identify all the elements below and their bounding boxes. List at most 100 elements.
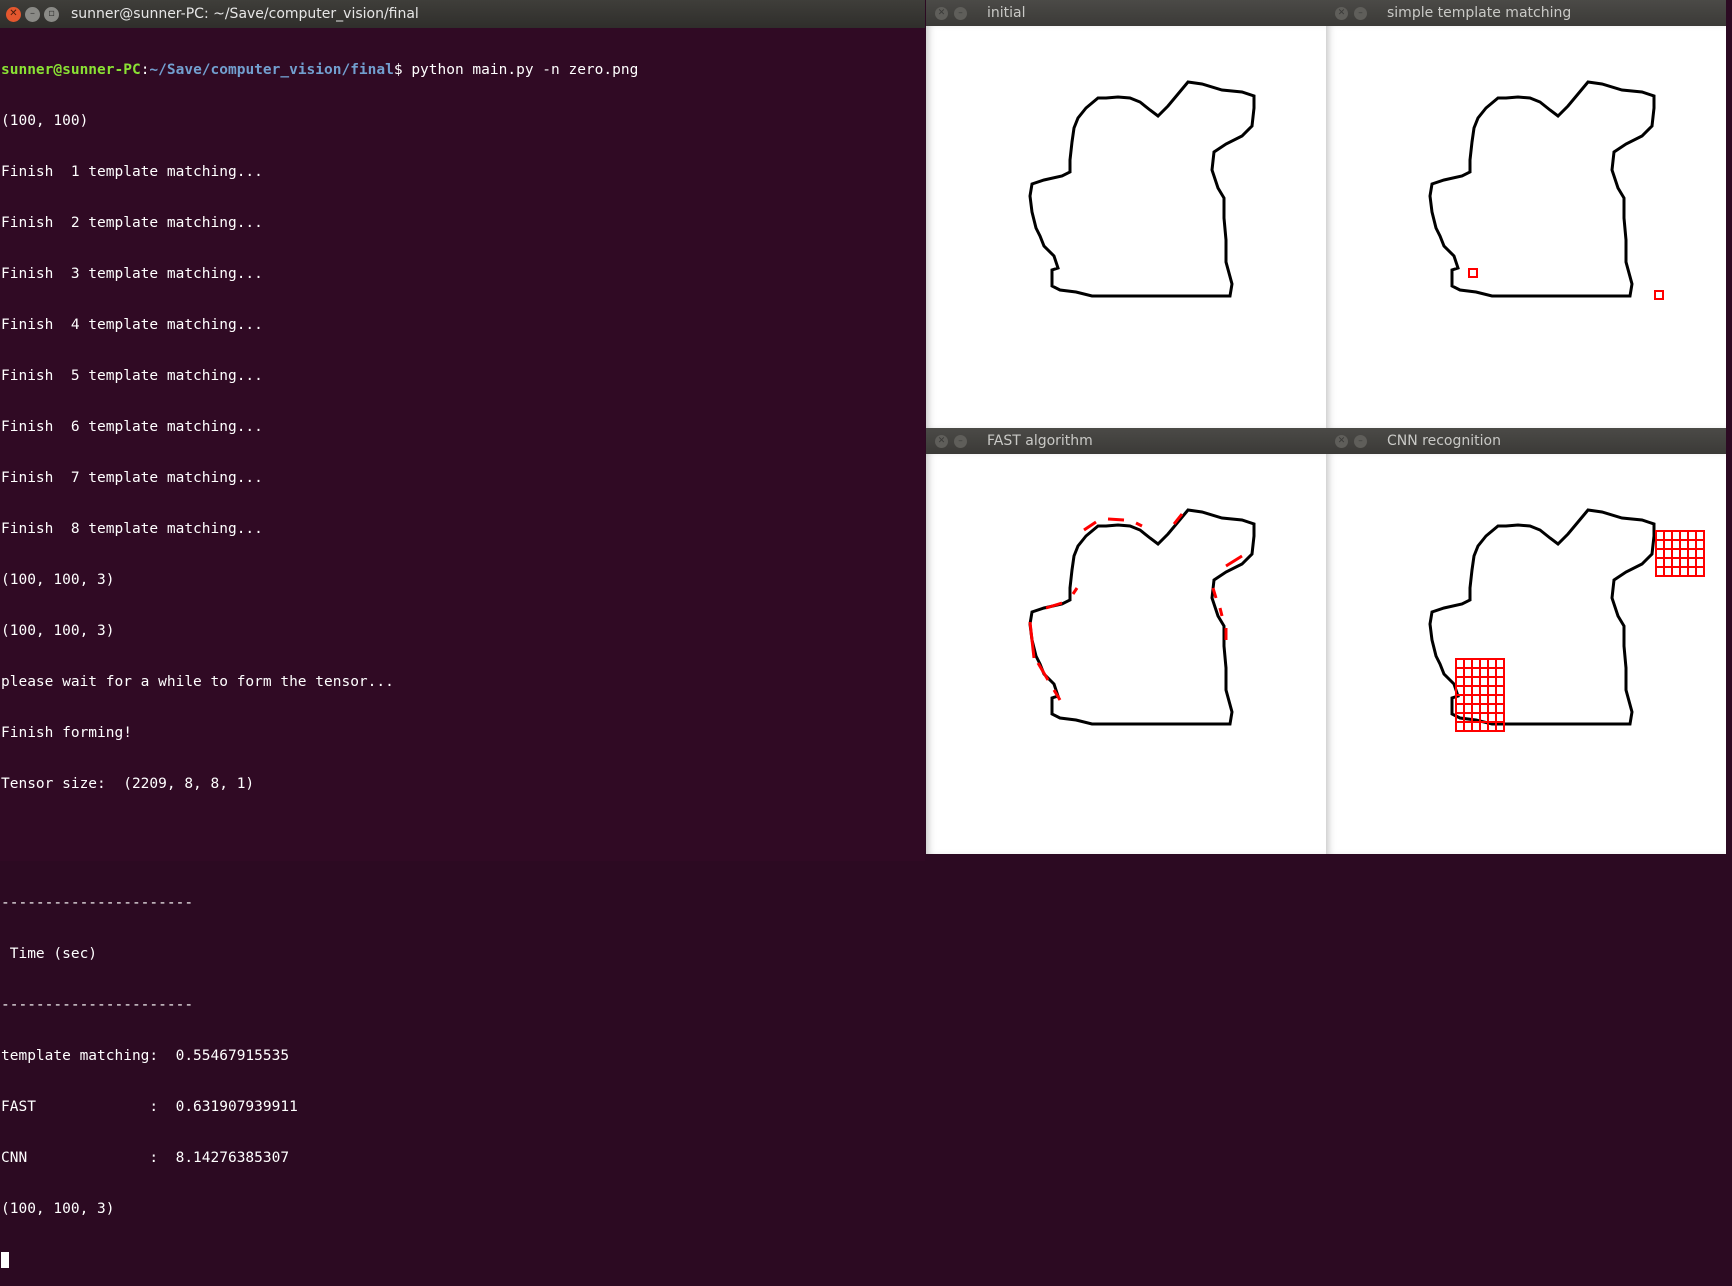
output-line: Finish 7 template matching... — [1, 470, 263, 486]
cnn-grid-cell — [1663, 548, 1673, 559]
cnn-grid-cell — [1663, 566, 1673, 577]
cnn-grid-cell — [1471, 694, 1481, 705]
prompt-symbol: $ — [393, 62, 412, 78]
terminal-output[interactable]: sunner@sunner-PC:~/Save/computer_vision/… — [0, 28, 925, 1268]
fast-keypoint — [1218, 607, 1224, 617]
minimize-icon[interactable]: – — [954, 6, 967, 20]
cnn-grid-cell — [1671, 566, 1681, 577]
cnn-grid-cell — [1687, 539, 1697, 550]
output-line: Tensor size: (2209, 8, 8, 1) — [1, 776, 255, 792]
window-initial-titlebar[interactable]: ✕ – initial — [926, 0, 1326, 26]
output-line: ---------------------- — [1, 997, 194, 1013]
cnn-grid-cell — [1471, 721, 1481, 732]
command-text: python main.py -n zero.png — [411, 62, 639, 78]
minimize-icon[interactable]: – — [1354, 6, 1367, 20]
window-template-titlebar[interactable]: ✕ – simple template matching — [1326, 0, 1726, 26]
cnn-grid-cell — [1495, 667, 1505, 678]
cnn-detection-grid — [1455, 658, 1505, 732]
match-marker — [1468, 268, 1478, 278]
cnn-grid-cell — [1479, 667, 1489, 678]
cnn-grid-cell — [1463, 721, 1473, 732]
window-fast-image — [926, 454, 1326, 854]
cnn-grid-cell — [1671, 539, 1681, 550]
cnn-grid-cell — [1695, 557, 1705, 568]
shape-image — [1428, 508, 1705, 732]
window-fast[interactable]: ✕ – FAST algorithm — [926, 428, 1326, 854]
output-line: Finish 4 template matching... — [1, 317, 263, 333]
contour-shape — [1028, 508, 1256, 726]
cnn-grid-cell — [1655, 539, 1665, 550]
cnn-grid-cell — [1479, 703, 1489, 714]
cnn-grid-cell — [1463, 667, 1473, 678]
cursor-line — [1, 1252, 925, 1269]
output-line: FAST : 0.631907939911 — [1, 1099, 298, 1115]
window-template-matching[interactable]: ✕ – simple template matching — [1326, 0, 1726, 428]
minimize-icon[interactable]: – — [1354, 434, 1367, 448]
output-line: ---------------------- — [1, 895, 194, 911]
cnn-grid-cell — [1495, 676, 1505, 687]
output-line: Finish forming! — [1, 725, 132, 741]
match-marker — [1654, 290, 1664, 300]
minimize-icon[interactable]: – — [25, 6, 40, 22]
close-icon[interactable]: ✕ — [1335, 6, 1348, 20]
shape-image — [1028, 80, 1256, 298]
cnn-grid-cell — [1479, 676, 1489, 687]
cnn-grid-cell — [1463, 658, 1473, 669]
cnn-grid-cell — [1687, 548, 1697, 559]
maximize-icon[interactable]: ▫ — [44, 6, 59, 22]
output-line: Finish 8 template matching... — [1, 521, 263, 537]
cnn-grid-cell — [1471, 685, 1481, 696]
window-cnn-title: CNN recognition — [1387, 433, 1501, 449]
minimize-icon[interactable]: – — [954, 434, 967, 448]
cnn-grid-cell — [1487, 694, 1497, 705]
cnn-grid-cell — [1471, 676, 1481, 687]
fast-keypoint — [1071, 587, 1079, 595]
fast-keypoint — [1135, 521, 1143, 528]
output-line: (100, 100, 3) — [1, 572, 115, 588]
cnn-grid-cell — [1679, 530, 1689, 541]
cnn-grid-cell — [1479, 685, 1489, 696]
cnn-grid-cell — [1695, 539, 1705, 550]
text-cursor — [1, 1252, 9, 1268]
window-fast-titlebar[interactable]: ✕ – FAST algorithm — [926, 428, 1326, 454]
window-cnn-titlebar[interactable]: ✕ – CNN recognition — [1326, 428, 1726, 454]
cnn-grid-cell — [1479, 694, 1489, 705]
output-line: Finish 5 template matching... — [1, 368, 263, 384]
window-initial[interactable]: ✕ – initial — [926, 0, 1326, 428]
output-line: (100, 100, 3) — [1, 1201, 115, 1217]
cnn-grid-cell — [1487, 676, 1497, 687]
window-fast-title: FAST algorithm — [987, 433, 1093, 449]
cnn-detection-grid — [1655, 530, 1705, 577]
terminal-titlebar[interactable]: ✕ – ▫ sunner@sunner-PC: ~/Save/computer_… — [0, 0, 925, 28]
cnn-grid-cell — [1663, 539, 1673, 550]
prompt-path: ~/Save/computer_vision/final — [149, 62, 394, 78]
output-line: (100, 100, 3) — [1, 623, 115, 639]
contour-shape — [1428, 80, 1656, 298]
output-line: Finish 1 template matching... — [1, 164, 263, 180]
close-icon[interactable]: ✕ — [1335, 434, 1348, 448]
window-initial-title: initial — [987, 5, 1026, 21]
cnn-grid-cell — [1687, 530, 1697, 541]
close-icon[interactable]: ✕ — [935, 434, 948, 448]
prompt-line: sunner@sunner-PC:~/Save/computer_vision/… — [1, 62, 925, 79]
output-line: CNN : 8.14276385307 — [1, 1150, 290, 1166]
close-icon[interactable]: ✕ — [935, 6, 948, 20]
shape-image — [1028, 508, 1256, 726]
cnn-grid-cell — [1471, 667, 1481, 678]
cnn-grid-cell — [1679, 539, 1689, 550]
cnn-grid-cell — [1679, 557, 1689, 568]
window-cnn[interactable]: ✕ – CNN recognition — [1326, 428, 1726, 854]
cnn-grid-cell — [1487, 703, 1497, 714]
fast-keypoint — [1107, 517, 1125, 522]
cnn-grid-cell — [1671, 557, 1681, 568]
output-line: Finish 3 template matching... — [1, 266, 263, 282]
cnn-grid-cell — [1495, 703, 1505, 714]
window-template-image — [1326, 26, 1726, 428]
window-initial-image — [926, 26, 1326, 428]
output-line: (100, 100) — [1, 113, 89, 129]
cnn-grid-cell — [1663, 557, 1673, 568]
close-icon[interactable]: ✕ — [6, 6, 21, 22]
cnn-grid-cell — [1687, 566, 1697, 577]
cnn-grid-cell — [1479, 658, 1489, 669]
cnn-grid-cell — [1471, 703, 1481, 714]
